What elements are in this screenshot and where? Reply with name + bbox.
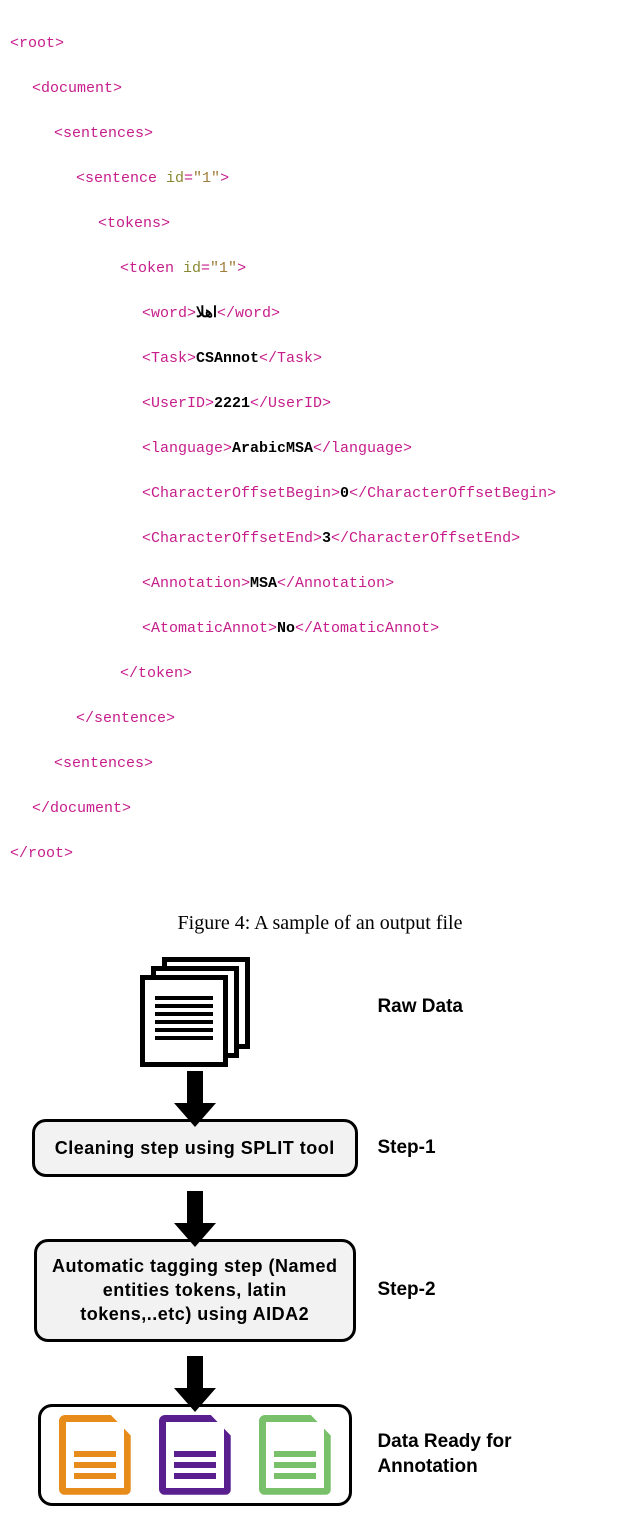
step-1-label: Step-1 — [359, 1137, 610, 1159]
xml-tag: <tokens> — [98, 215, 170, 232]
file-icon — [159, 1415, 231, 1495]
xml-tag: <root> — [10, 35, 64, 52]
xml-tag: <sentence — [76, 170, 166, 187]
xml-val: "1" — [193, 170, 220, 187]
task-text: CSAnnot — [196, 350, 259, 367]
atom-text: No — [277, 620, 295, 637]
step-2-label: Step-2 — [359, 1279, 610, 1301]
arrow-down-icon — [187, 1071, 203, 1105]
xml-tag: <document> — [32, 80, 122, 97]
raw-data-icon — [140, 957, 250, 1057]
word-text: اهلا — [196, 305, 217, 322]
xml-tag: <token — [120, 260, 183, 277]
file-icon — [259, 1415, 331, 1495]
arrow-down-icon — [187, 1191, 203, 1225]
lang-text: ArabicMSA — [232, 440, 313, 457]
pipeline-diagram: Raw Data Cleaning step using SPLIT tool … — [30, 957, 610, 1506]
xml-val: "1" — [210, 260, 237, 277]
cob-text: 0 — [340, 485, 349, 502]
xml-attr: id — [166, 170, 184, 187]
xml-tag: <sentences> — [54, 125, 153, 142]
raw-data-label: Raw Data — [359, 996, 610, 1018]
annot-text: MSA — [250, 575, 277, 592]
figure-caption: Figure 4: A sample of an output file — [10, 912, 630, 935]
arrow-down-icon — [187, 1356, 203, 1390]
output-files-box — [38, 1404, 352, 1506]
xml-attr: id — [183, 260, 201, 277]
xml-sample: <root> <document> <sentences> <sentence … — [10, 10, 630, 888]
file-icon — [59, 1415, 131, 1495]
coe-text: 3 — [322, 530, 331, 547]
ready-label: Data Ready for Annotation — [359, 1430, 610, 1479]
userid-text: 2221 — [214, 395, 250, 412]
step-1-box: Cleaning step using SPLIT tool — [32, 1119, 358, 1177]
step-2-box: Automatic tagging step (Named entities t… — [34, 1239, 356, 1342]
